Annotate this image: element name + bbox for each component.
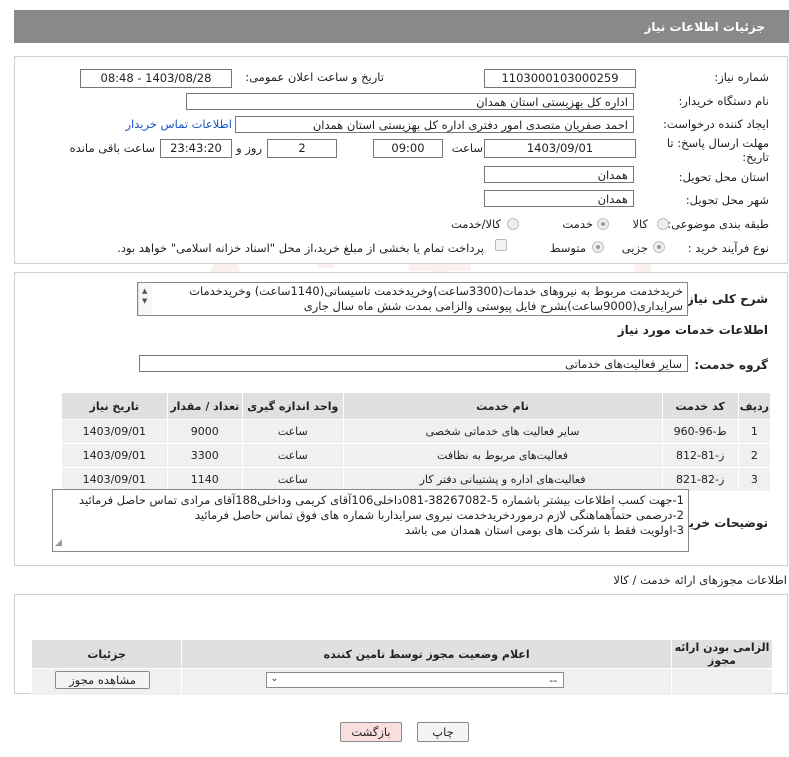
cell-quantity: 1140 xyxy=(166,467,244,492)
process-minor-label: جزیی xyxy=(621,241,648,255)
permit-status-value: -- xyxy=(549,674,558,687)
chevron-down-icon: ⌄ xyxy=(270,673,279,684)
days-remaining-field[interactable]: 2 xyxy=(267,139,337,158)
buyer-notes-textarea[interactable]: 1-جهت کسب اطلاعات بیشتر باشماره 5-382670… xyxy=(52,489,689,552)
table-row: 3 ز-82-821 فعالیت‌های اداره و پشتیبانی د… xyxy=(61,467,772,492)
category-service-radio[interactable] xyxy=(597,218,609,230)
deadline-label-line1: مهلت ارسال پاسخ: تا xyxy=(666,136,769,150)
permit-status-select[interactable]: -- ⌄ xyxy=(266,672,565,688)
permits-table-header: الزامی بودن ارائه مجوز اعلام وضعیت مجوز … xyxy=(30,639,773,669)
contact-info-link[interactable]: اطلاعات تماس خریدار xyxy=(125,117,232,131)
process-medium-radio[interactable] xyxy=(592,241,604,253)
city-label: شهر محل تحویل: xyxy=(685,193,769,207)
deadline-time-label: ساعت xyxy=(451,141,483,155)
process-label: نوع فرآیند خرید : xyxy=(687,241,769,255)
deadline-label-line2: تاریخ: xyxy=(742,150,769,164)
notes-line-3: 3-اولویت فقط با شرکت های بومی استان همدا… xyxy=(405,523,684,537)
service-group-field[interactable]: سایر فعالیت‌های خدماتی xyxy=(139,355,688,372)
cell-row: 1 xyxy=(737,419,772,444)
view-permit-button[interactable]: مشاهده مجوز xyxy=(55,671,150,689)
treasury-payment-checkbox[interactable] xyxy=(495,239,507,251)
cell-date: 1403/09/01 xyxy=(61,419,168,444)
page-header: جزئیات اطلاعات نیاز xyxy=(14,10,789,43)
category-goods-radio[interactable] xyxy=(657,218,669,230)
cell-permit-required xyxy=(671,668,773,696)
cell-quantity: 3300 xyxy=(166,443,244,468)
cell-code: ط-96-960 xyxy=(661,419,739,444)
table-row: -- ⌄ مشاهده مجوز xyxy=(30,668,773,696)
announce-label: تاریخ و ساعت اعلان عمومی: xyxy=(245,70,384,84)
announce-datetime-field[interactable]: 1403/08/28 - 08:48 xyxy=(80,69,232,88)
cell-permit-details: مشاهده مجوز xyxy=(30,668,183,696)
col-permit-required: الزامی بودن ارائه مجوز xyxy=(671,639,773,669)
remaining-label: ساعت باقی مانده xyxy=(69,141,155,155)
services-section-title: اطلاعات خدمات مورد نیاز xyxy=(617,323,768,337)
services-table: ردیف کد خدمت نام خدمت واحد اندازه گیری ت… xyxy=(61,392,772,492)
category-service-label: خدمت xyxy=(562,217,593,231)
table-row: 2 ز-81-812 فعالیت‌های مربوط به نظافت ساع… xyxy=(61,443,772,468)
scroll-down-icon[interactable]: ▼ xyxy=(142,294,147,309)
cell-name: فعالیت‌های مربوط به نظافت xyxy=(342,443,663,468)
requester-label: ایجاد کننده درخواست: xyxy=(663,117,769,131)
province-field[interactable]: همدان xyxy=(484,166,634,183)
col-quantity: تعداد / مقدار xyxy=(166,392,244,420)
buyer-org-label: نام دستگاه خریدار: xyxy=(678,94,769,108)
deadline-date-field[interactable]: 1403/09/01 xyxy=(484,139,636,158)
category-goods-label: کالا xyxy=(632,217,648,231)
permits-table: الزامی بودن ارائه مجوز اعلام وضعیت مجوز … xyxy=(30,639,773,696)
process-minor-radio[interactable] xyxy=(653,241,665,253)
cell-name: سایر فعالیت های خدماتی شخصی xyxy=(342,419,663,444)
page-title: جزئیات اطلاعات نیاز xyxy=(644,20,765,34)
resize-handle-icon[interactable]: ◢ xyxy=(55,536,62,551)
need-number-field[interactable]: 1103000103000259 xyxy=(484,69,636,88)
province-label: استان محل تحویل: xyxy=(678,170,769,184)
cell-row: 2 xyxy=(737,443,772,468)
category-label: طبقه بندی موضوعی: xyxy=(667,217,769,231)
summary-line-1: خریدخدمت مربوط به نیروهای خدمات(3300ساعت… xyxy=(189,284,683,298)
cell-date: 1403/09/01 xyxy=(61,443,168,468)
service-group-label: گروه خدمت: xyxy=(694,358,768,372)
services-table-header: ردیف کد خدمت نام خدمت واحد اندازه گیری ت… xyxy=(61,392,772,420)
deadline-time-field[interactable]: 09:00 xyxy=(373,139,443,158)
summary-line-2: سرایداری(9000ساعت)بشرح فایل پیوستی والزا… xyxy=(303,299,683,313)
summary-scrollbar[interactable]: ▲ ▼ xyxy=(138,283,152,315)
cell-unit: ساعت xyxy=(242,467,344,492)
back-button[interactable]: بازگشت xyxy=(340,722,402,742)
need-number-label: شماره نیاز: xyxy=(714,70,769,84)
col-unit: واحد اندازه گیری xyxy=(242,392,344,420)
cell-name: فعالیت‌های اداره و پشتیبانی دفتر کار xyxy=(342,467,663,492)
cell-permit-status: -- ⌄ xyxy=(181,668,672,696)
city-field[interactable]: همدان xyxy=(484,190,634,207)
cell-code: ز-81-812 xyxy=(661,443,739,468)
table-row: 1 ط-96-960 سایر فعالیت های خدماتی شخصی س… xyxy=(61,419,772,444)
col-code: کد خدمت xyxy=(661,392,739,420)
summary-label: شرح کلی نیاز: xyxy=(682,292,768,306)
print-button[interactable]: چاپ xyxy=(417,722,469,742)
category-goods-service-radio[interactable] xyxy=(507,218,519,230)
remaining-time-field[interactable]: 23:43:20 xyxy=(160,139,232,158)
cell-unit: ساعت xyxy=(242,419,344,444)
col-date: تاریخ نیاز xyxy=(61,392,168,420)
cell-code: ز-82-821 xyxy=(661,467,739,492)
cell-date: 1403/09/01 xyxy=(61,467,168,492)
notes-line-2: 2-درصمی حتماًهماهنگی لازم درموردخریدخدمت… xyxy=(194,508,684,522)
process-medium-label: متوسط xyxy=(549,241,586,255)
col-name: نام خدمت xyxy=(342,392,663,420)
cell-quantity: 9000 xyxy=(166,419,244,444)
col-permit-status: اعلام وضعیت مجوز توسط تامین کننده xyxy=(181,639,672,669)
permits-section-title: اطلاعات مجوزهای ارائه خدمت / کالا xyxy=(613,573,787,587)
cell-row: 3 xyxy=(737,467,772,492)
notes-line-1: 1-جهت کسب اطلاعات بیشتر باشماره 5-382670… xyxy=(78,493,684,507)
cell-unit: ساعت xyxy=(242,443,344,468)
payment-note: پرداخت تمام یا بخشی از مبلغ خرید،از محل … xyxy=(117,241,484,255)
requester-field[interactable]: احمد صفریان متصدی امور دفتری اداره کل به… xyxy=(235,116,634,133)
category-goods-service-label: کالا/خدمت xyxy=(450,217,501,231)
buyer-org-field[interactable]: اداره کل بهزیستی استان همدان xyxy=(186,93,634,110)
col-row: ردیف xyxy=(737,392,772,420)
days-label: روز و xyxy=(236,141,262,155)
col-permit-details: جزئیات xyxy=(30,639,183,669)
summary-textarea[interactable]: خریدخدمت مربوط به نیروهای خدمات(3300ساعت… xyxy=(137,282,688,316)
